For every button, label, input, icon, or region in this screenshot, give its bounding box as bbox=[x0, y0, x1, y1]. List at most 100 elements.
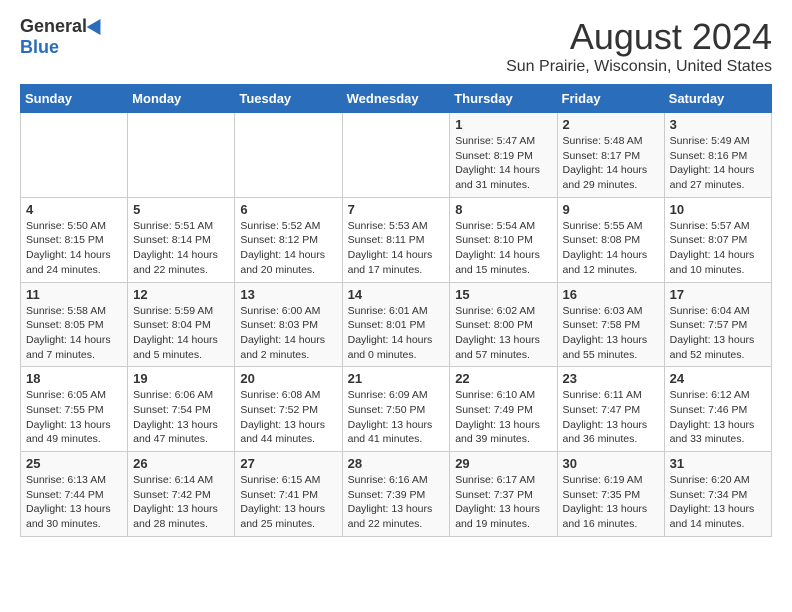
day-of-week-header: Thursday bbox=[450, 85, 557, 113]
calendar-cell: 25 Sunrise: 6:13 AM Sunset: 7:44 PM Dayli… bbox=[21, 452, 128, 537]
day-number: 1 bbox=[455, 117, 551, 132]
day-number: 28 bbox=[348, 456, 445, 471]
day-info: Sunrise: 6:11 AM Sunset: 7:47 PM Dayligh… bbox=[563, 388, 659, 447]
day-info: Sunrise: 5:51 AM Sunset: 8:14 PM Dayligh… bbox=[133, 219, 229, 278]
day-info: Sunrise: 6:02 AM Sunset: 8:00 PM Dayligh… bbox=[455, 304, 551, 363]
calendar-cell bbox=[342, 113, 450, 198]
day-number: 7 bbox=[348, 202, 445, 217]
day-number: 25 bbox=[26, 456, 122, 471]
day-number: 9 bbox=[563, 202, 659, 217]
calendar-cell: 17 Sunrise: 6:04 AM Sunset: 7:57 PM Dayli… bbox=[664, 282, 771, 367]
day-of-week-header: Sunday bbox=[21, 85, 128, 113]
day-number: 27 bbox=[240, 456, 336, 471]
calendar-cell: 5 Sunrise: 5:51 AM Sunset: 8:14 PM Daylig… bbox=[128, 197, 235, 282]
day-number: 29 bbox=[455, 456, 551, 471]
day-info: Sunrise: 6:06 AM Sunset: 7:54 PM Dayligh… bbox=[133, 388, 229, 447]
calendar-cell: 8 Sunrise: 5:54 AM Sunset: 8:10 PM Daylig… bbox=[450, 197, 557, 282]
calendar-cell: 31 Sunrise: 6:20 AM Sunset: 7:34 PM Dayli… bbox=[664, 452, 771, 537]
day-info: Sunrise: 6:01 AM Sunset: 8:01 PM Dayligh… bbox=[348, 304, 445, 363]
day-number: 5 bbox=[133, 202, 229, 217]
day-info: Sunrise: 6:15 AM Sunset: 7:41 PM Dayligh… bbox=[240, 473, 336, 532]
day-info: Sunrise: 6:00 AM Sunset: 8:03 PM Dayligh… bbox=[240, 304, 336, 363]
day-info: Sunrise: 6:05 AM Sunset: 7:55 PM Dayligh… bbox=[26, 388, 122, 447]
day-info: Sunrise: 5:59 AM Sunset: 8:04 PM Dayligh… bbox=[133, 304, 229, 363]
day-info: Sunrise: 6:09 AM Sunset: 7:50 PM Dayligh… bbox=[348, 388, 445, 447]
calendar-cell: 4Sunrise: 5:50 AM Sunset: 8:15 PM Daylig… bbox=[21, 197, 128, 282]
logo-triangle-icon bbox=[87, 14, 108, 34]
logo-general-text: General bbox=[20, 16, 87, 37]
day-number: 4 bbox=[26, 202, 122, 217]
calendar-cell: 24Sunrise: 6:12 AM Sunset: 7:46 PM Dayli… bbox=[664, 367, 771, 452]
day-number: 16 bbox=[563, 287, 659, 302]
day-info: Sunrise: 5:47 AM Sunset: 8:19 PM Dayligh… bbox=[455, 134, 551, 193]
day-info: Sunrise: 6:10 AM Sunset: 7:49 PM Dayligh… bbox=[455, 388, 551, 447]
page-header: General Blue August 2024 Sun Prairie, Wi… bbox=[20, 16, 772, 76]
calendar-cell: 15Sunrise: 6:02 AM Sunset: 8:00 PM Dayli… bbox=[450, 282, 557, 367]
calendar-cell: 3 Sunrise: 5:49 AM Sunset: 8:16 PM Daylig… bbox=[664, 113, 771, 198]
day-number: 12 bbox=[133, 287, 229, 302]
day-info: Sunrise: 6:14 AM Sunset: 7:42 PM Dayligh… bbox=[133, 473, 229, 532]
calendar-cell: 19 Sunrise: 6:06 AM Sunset: 7:54 PM Dayli… bbox=[128, 367, 235, 452]
day-number: 30 bbox=[563, 456, 659, 471]
calendar-cell: 26 Sunrise: 6:14 AM Sunset: 7:42 PM Dayli… bbox=[128, 452, 235, 537]
day-number: 22 bbox=[455, 371, 551, 386]
day-info: Sunrise: 6:13 AM Sunset: 7:44 PM Dayligh… bbox=[26, 473, 122, 532]
calendar-cell: 12 Sunrise: 5:59 AM Sunset: 8:04 PM Dayli… bbox=[128, 282, 235, 367]
day-number: 26 bbox=[133, 456, 229, 471]
day-number: 6 bbox=[240, 202, 336, 217]
day-number: 10 bbox=[670, 202, 766, 217]
day-number: 31 bbox=[670, 456, 766, 471]
day-info: Sunrise: 5:58 AM Sunset: 8:05 PM Dayligh… bbox=[26, 304, 122, 363]
day-of-week-header: Monday bbox=[128, 85, 235, 113]
calendar-week-row: 11 Sunrise: 5:58 AM Sunset: 8:05 PM Dayli… bbox=[21, 282, 772, 367]
day-info: Sunrise: 6:20 AM Sunset: 7:34 PM Dayligh… bbox=[670, 473, 766, 532]
day-info: Sunrise: 5:49 AM Sunset: 8:16 PM Dayligh… bbox=[670, 134, 766, 193]
day-number: 8 bbox=[455, 202, 551, 217]
calendar-cell: 11 Sunrise: 5:58 AM Sunset: 8:05 PM Dayli… bbox=[21, 282, 128, 367]
day-info: Sunrise: 6:17 AM Sunset: 7:37 PM Dayligh… bbox=[455, 473, 551, 532]
calendar-week-row: 1 Sunrise: 5:47 AM Sunset: 8:19 PM Daylig… bbox=[21, 113, 772, 198]
calendar-header-row: SundayMondayTuesdayWednesdayThursdayFrid… bbox=[21, 85, 772, 113]
calendar-cell: 29 Sunrise: 6:17 AM Sunset: 7:37 PM Dayli… bbox=[450, 452, 557, 537]
day-number: 13 bbox=[240, 287, 336, 302]
day-info: Sunrise: 5:55 AM Sunset: 8:08 PM Dayligh… bbox=[563, 219, 659, 278]
logo: General Blue bbox=[20, 16, 105, 58]
calendar-cell: 23 Sunrise: 6:11 AM Sunset: 7:47 PM Dayli… bbox=[557, 367, 664, 452]
calendar-body: 1 Sunrise: 5:47 AM Sunset: 8:19 PM Daylig… bbox=[21, 113, 772, 537]
day-of-week-header: Wednesday bbox=[342, 85, 450, 113]
calendar-cell: 14Sunrise: 6:01 AM Sunset: 8:01 PM Dayli… bbox=[342, 282, 450, 367]
day-number: 17 bbox=[670, 287, 766, 302]
day-number: 21 bbox=[348, 371, 445, 386]
calendar-cell: 30 Sunrise: 6:19 AM Sunset: 7:35 PM Dayli… bbox=[557, 452, 664, 537]
calendar-cell bbox=[235, 113, 342, 198]
title-area: August 2024 Sun Prairie, Wisconsin, Unit… bbox=[506, 16, 772, 76]
day-number: 11 bbox=[26, 287, 122, 302]
calendar-header: SundayMondayTuesdayWednesdayThursdayFrid… bbox=[21, 85, 772, 113]
calendar-cell: 10Sunrise: 5:57 AM Sunset: 8:07 PM Dayli… bbox=[664, 197, 771, 282]
logo-blue-text: Blue bbox=[20, 37, 59, 58]
day-info: Sunrise: 5:48 AM Sunset: 8:17 PM Dayligh… bbox=[563, 134, 659, 193]
calendar-cell: 13 Sunrise: 6:00 AM Sunset: 8:03 PM Dayli… bbox=[235, 282, 342, 367]
calendar-cell: 27 Sunrise: 6:15 AM Sunset: 7:41 PM Dayli… bbox=[235, 452, 342, 537]
day-number: 19 bbox=[133, 371, 229, 386]
calendar-cell: 22 Sunrise: 6:10 AM Sunset: 7:49 PM Dayli… bbox=[450, 367, 557, 452]
day-number: 23 bbox=[563, 371, 659, 386]
calendar-week-row: 18Sunrise: 6:05 AM Sunset: 7:55 PM Dayli… bbox=[21, 367, 772, 452]
day-info: Sunrise: 6:12 AM Sunset: 7:46 PM Dayligh… bbox=[670, 388, 766, 447]
day-number: 2 bbox=[563, 117, 659, 132]
calendar-cell: 9 Sunrise: 5:55 AM Sunset: 8:08 PM Daylig… bbox=[557, 197, 664, 282]
day-of-week-header: Friday bbox=[557, 85, 664, 113]
calendar-cell: 28Sunrise: 6:16 AM Sunset: 7:39 PM Dayli… bbox=[342, 452, 450, 537]
day-info: Sunrise: 6:19 AM Sunset: 7:35 PM Dayligh… bbox=[563, 473, 659, 532]
calendar-cell: 20Sunrise: 6:08 AM Sunset: 7:52 PM Dayli… bbox=[235, 367, 342, 452]
day-info: Sunrise: 5:54 AM Sunset: 8:10 PM Dayligh… bbox=[455, 219, 551, 278]
day-info: Sunrise: 6:03 AM Sunset: 7:58 PM Dayligh… bbox=[563, 304, 659, 363]
day-info: Sunrise: 6:04 AM Sunset: 7:57 PM Dayligh… bbox=[670, 304, 766, 363]
day-number: 3 bbox=[670, 117, 766, 132]
calendar-cell: 6Sunrise: 5:52 AM Sunset: 8:12 PM Daylig… bbox=[235, 197, 342, 282]
location-subtitle: Sun Prairie, Wisconsin, United States bbox=[506, 58, 772, 76]
day-number: 20 bbox=[240, 371, 336, 386]
calendar-cell: 2 Sunrise: 5:48 AM Sunset: 8:17 PM Daylig… bbox=[557, 113, 664, 198]
calendar-cell: 16 Sunrise: 6:03 AM Sunset: 7:58 PM Dayli… bbox=[557, 282, 664, 367]
day-of-week-header: Saturday bbox=[664, 85, 771, 113]
